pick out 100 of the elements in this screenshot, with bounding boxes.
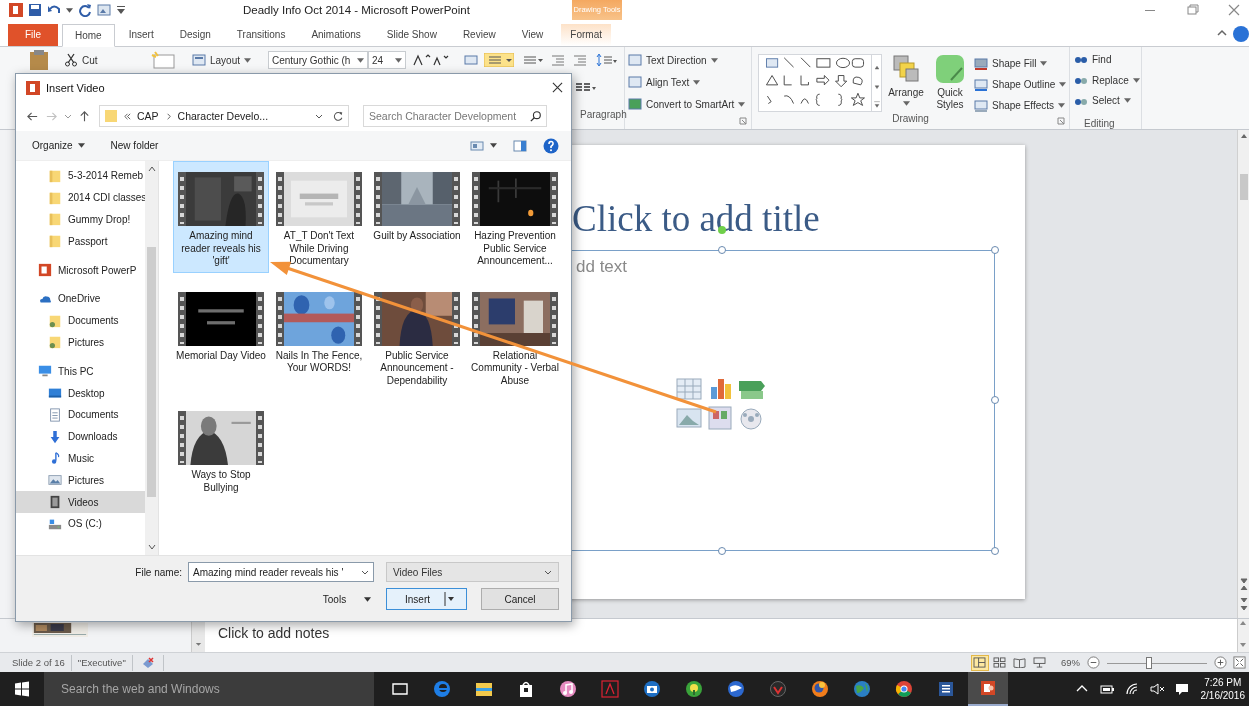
video-file[interactable]: Memorial Day Video <box>173 280 269 392</box>
ribbon-button[interactable]: Shape Effects <box>974 98 1066 113</box>
font-name-field[interactable]: Century Gothic (h <box>268 51 368 69</box>
help-icon[interactable] <box>1233 26 1249 42</box>
recent-caret-icon[interactable] <box>64 112 72 120</box>
dialog-launcher-icon[interactable] <box>739 117 747 125</box>
layout-button[interactable]: Layout <box>192 53 252 67</box>
view-button[interactable] <box>991 654 1009 671</box>
video-file[interactable]: Relational Community - Verbal Abuse <box>467 280 563 392</box>
quick-styles-button[interactable]: Quick Styles <box>930 54 970 113</box>
caret-icon[interactable] <box>66 7 73 13</box>
resize-handle[interactable] <box>991 547 999 555</box>
start-button[interactable] <box>14 681 30 697</box>
vertical-scrollbar[interactable] <box>1237 130 1249 618</box>
nav-item[interactable]: Desktop <box>16 382 146 404</box>
nav-item[interactable]: Microsoft PowerP <box>16 259 146 281</box>
font-size-field[interactable]: 24 <box>368 51 406 69</box>
ribbon-button[interactable]: Shape Fill <box>974 56 1048 71</box>
taskbar-button[interactable] <box>968 672 1008 706</box>
video-file[interactable]: Nails In The Fence, Your WORDS! <box>271 280 367 392</box>
scroll-down-icon[interactable] <box>194 640 203 648</box>
zoom-slider-thumb[interactable] <box>1146 656 1152 669</box>
ribbon-tab[interactable]: Animations <box>299 24 373 46</box>
resize-handle[interactable] <box>991 396 999 404</box>
video-file[interactable]: Amazing mind reader reveals his 'gift' <box>173 161 269 273</box>
nav-item[interactable]: Passport <box>16 230 146 253</box>
zoom-out-button[interactable] <box>1087 656 1100 669</box>
ribbon-button[interactable]: Replace <box>1074 72 1140 88</box>
resize-handle[interactable] <box>718 246 726 254</box>
dialog-launcher-icon[interactable] <box>1057 117 1065 125</box>
customize-caret-icon[interactable] <box>116 5 126 15</box>
file-name-field[interactable]: Amazing mind reader reveals his ' <box>188 562 374 582</box>
ribbon-button[interactable]: Align Text <box>628 74 701 90</box>
caret-icon[interactable] <box>490 143 497 148</box>
ribbon-button[interactable]: Select <box>1074 93 1131 108</box>
line-spacing-icon[interactable] <box>596 53 618 67</box>
taskbar-clock[interactable]: 7:26 PM 2/16/2016 <box>1198 676 1249 702</box>
scroll-thumb[interactable] <box>147 247 157 497</box>
nav-item[interactable]: Documents <box>16 403 146 426</box>
nav-item[interactable]: Gummy Drop! <box>16 208 146 231</box>
ribbon-tab[interactable]: Insert <box>116 24 166 46</box>
up-button[interactable] <box>78 109 91 123</box>
cut-button[interactable]: Cut <box>64 53 144 67</box>
ribbon-tab[interactable]: Home <box>62 24 115 47</box>
ribbon-button[interactable]: Text Direction <box>628 52 718 68</box>
preview-pane-icon[interactable] <box>513 138 527 153</box>
resize-handle[interactable] <box>991 246 999 254</box>
search-field[interactable]: Search Character Development <box>363 105 547 127</box>
notes-placeholder[interactable]: Click to add notes <box>205 619 1237 652</box>
nav-item[interactable]: This PC <box>16 360 146 383</box>
wifi-icon[interactable] <box>1123 681 1140 697</box>
ribbon-button[interactable]: Shape Outline <box>974 77 1067 92</box>
arrange-button[interactable]: Arrange <box>886 54 926 113</box>
ribbon-tab[interactable]: Format <box>561 24 612 46</box>
nav-item[interactable]: Documents <box>16 309 146 332</box>
resize-handle[interactable] <box>718 547 726 555</box>
minimize-ribbon-icon[interactable] <box>1217 28 1227 38</box>
caret-icon[interactable] <box>315 112 323 120</box>
refresh-icon[interactable] <box>332 110 344 122</box>
paste-icon[interactable] <box>28 50 50 70</box>
scroll-down-icon[interactable] <box>146 543 157 551</box>
dialog-button[interactable]: Tools <box>322 588 372 610</box>
volume-muted-icon[interactable] <box>1148 681 1165 697</box>
nav-item[interactable]: Downloads <box>16 425 146 448</box>
save-icon[interactable] <box>28 3 42 17</box>
view-options-icon[interactable] <box>470 138 484 153</box>
nav-item[interactable]: Pictures <box>16 469 146 492</box>
nav-item[interactable]: OS (C:) <box>16 512 146 535</box>
fit-slide-icon[interactable] <box>1233 656 1246 669</box>
page-navigation-icon[interactable] <box>1237 576 1249 612</box>
title-placeholder[interactable]: Click to add title <box>572 197 902 240</box>
nav-item[interactable]: Videos <box>16 491 146 513</box>
ribbon-tab[interactable]: Transitions <box>224 24 298 46</box>
ribbon-tab[interactable]: File <box>8 24 58 46</box>
close-button[interactable] <box>552 82 563 93</box>
ribbon-tab[interactable]: View <box>509 24 556 46</box>
dialog-button[interactable]: Cancel <box>481 588 559 610</box>
nav-item[interactable]: OneDrive <box>16 288 146 310</box>
taskbar-search-field[interactable]: Search the web and Windows <box>44 672 374 706</box>
toolbar-button[interactable]: Organize <box>32 140 85 151</box>
toolbar-button[interactable]: New folder <box>110 140 159 151</box>
scrollbar[interactable] <box>145 161 158 555</box>
help-icon[interactable] <box>543 137 559 154</box>
screen-icon[interactable] <box>97 3 111 17</box>
ribbon-tab[interactable]: Review <box>450 24 508 46</box>
nav-item[interactable]: 5-3-2014 Remeb <box>16 165 146 187</box>
scroll-thumb[interactable] <box>1239 174 1248 200</box>
dialog-button[interactable]: Insert <box>386 588 467 610</box>
nav-item[interactable]: Pictures <box>16 331 146 354</box>
redo-icon[interactable] <box>78 3 92 17</box>
address-bar[interactable]: CAP Character Develo... <box>99 105 349 127</box>
breadcrumb-item[interactable]: Character Develo... <box>177 110 269 122</box>
video-file[interactable]: Ways to Stop Bullying <box>173 400 269 499</box>
breadcrumb-item[interactable]: CAP <box>137 110 159 122</box>
video-file[interactable]: AT_T Don't Text While Driving Documentary <box>271 161 367 273</box>
scroll-up-icon[interactable] <box>146 165 157 173</box>
notification-icon[interactable] <box>1173 681 1190 697</box>
ribbon-button[interactable]: Find <box>1074 52 1112 67</box>
ribbon-tab[interactable]: Design <box>167 24 223 46</box>
ribbon-tab[interactable]: Slide Show <box>374 24 449 46</box>
